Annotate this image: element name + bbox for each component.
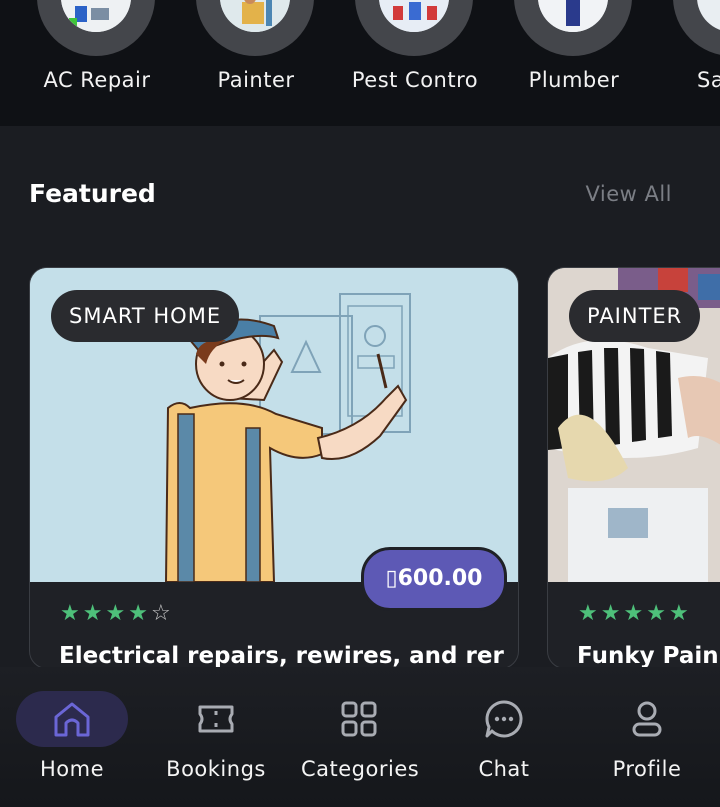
painter-icon <box>220 0 290 32</box>
nav-categories[interactable]: Categories <box>301 667 441 807</box>
category-plumber[interactable]: Plumber <box>494 0 654 126</box>
star-filled-icon: ★ <box>623 601 647 626</box>
star-filled-icon: ★ <box>82 601 106 626</box>
category-ring <box>196 0 314 56</box>
card-title: Funky Pain <box>577 643 719 669</box>
category-partial[interactable]: Sa <box>653 0 720 126</box>
featured-card[interactable]: PAINTER ★★★★★ Funky Pain <box>547 267 720 669</box>
star-filled-icon: ★ <box>128 601 151 626</box>
nav-label: Profile <box>612 757 682 781</box>
ticket-icon <box>198 705 234 733</box>
nav-label: Home <box>39 757 104 781</box>
nav-label: Categories <box>301 757 420 781</box>
category-strip: AC Repair Painter Pest Contro Plumber Sa <box>0 0 720 126</box>
grid-icon <box>341 701 377 737</box>
category-badge: PAINTER <box>569 290 701 342</box>
nav-label: Bookings <box>166 757 266 781</box>
featured-title: Featured <box>29 179 156 208</box>
featured-card[interactable]: SMART HOME ▯600.00 ★★★★☆ Electrical repa… <box>29 267 519 669</box>
category-label: Sa <box>697 68 720 92</box>
star-filled-icon: ★ <box>600 601 624 626</box>
category-label: Pest Contro <box>351 68 479 92</box>
nav-bookings[interactable]: Bookings <box>158 667 298 807</box>
category-ring <box>37 0 155 56</box>
ac-repair-icon <box>61 0 131 32</box>
nav-chat[interactable]: Chat <box>446 667 586 807</box>
category-icon <box>697 0 720 32</box>
bottom-nav: Home Bookings Categories Chat Profile <box>0 667 720 807</box>
category-label: Painter <box>217 68 295 92</box>
category-badge: SMART HOME <box>51 290 240 342</box>
category-ac-repair[interactable]: AC Repair <box>17 0 177 126</box>
card-title: Electrical repairs, rewires, and rer <box>59 643 504 669</box>
home-icon <box>54 702 90 737</box>
star-filled-icon: ★ <box>578 601 601 626</box>
category-ring <box>673 0 720 56</box>
view-all-link[interactable]: View All <box>585 182 672 206</box>
plumber-icon <box>538 0 608 32</box>
chat-icon <box>485 700 523 738</box>
rating-stars: ★★★★☆ <box>60 601 174 626</box>
category-ring <box>514 0 632 56</box>
price-badge: ▯600.00 <box>361 547 507 611</box>
category-pest-control[interactable]: Pest Contro <box>335 0 495 126</box>
rating-stars: ★★★★★ <box>578 601 692 626</box>
category-label: Plumber <box>528 68 620 92</box>
star-filled-icon: ★ <box>668 601 692 626</box>
profile-icon <box>632 701 662 737</box>
nav-home[interactable]: Home <box>14 667 154 807</box>
category-label: AC Repair <box>43 68 151 92</box>
star-filled-icon: ★ <box>646 601 669 626</box>
nav-label: Chat <box>478 757 530 781</box>
category-painter[interactable]: Painter <box>176 0 336 126</box>
star-empty-icon: ☆ <box>150 601 174 626</box>
nav-profile[interactable]: Profile <box>589 667 720 807</box>
star-filled-icon: ★ <box>105 601 129 626</box>
pest-control-icon <box>379 0 449 32</box>
category-ring <box>355 0 473 56</box>
star-filled-icon: ★ <box>60 601 83 626</box>
